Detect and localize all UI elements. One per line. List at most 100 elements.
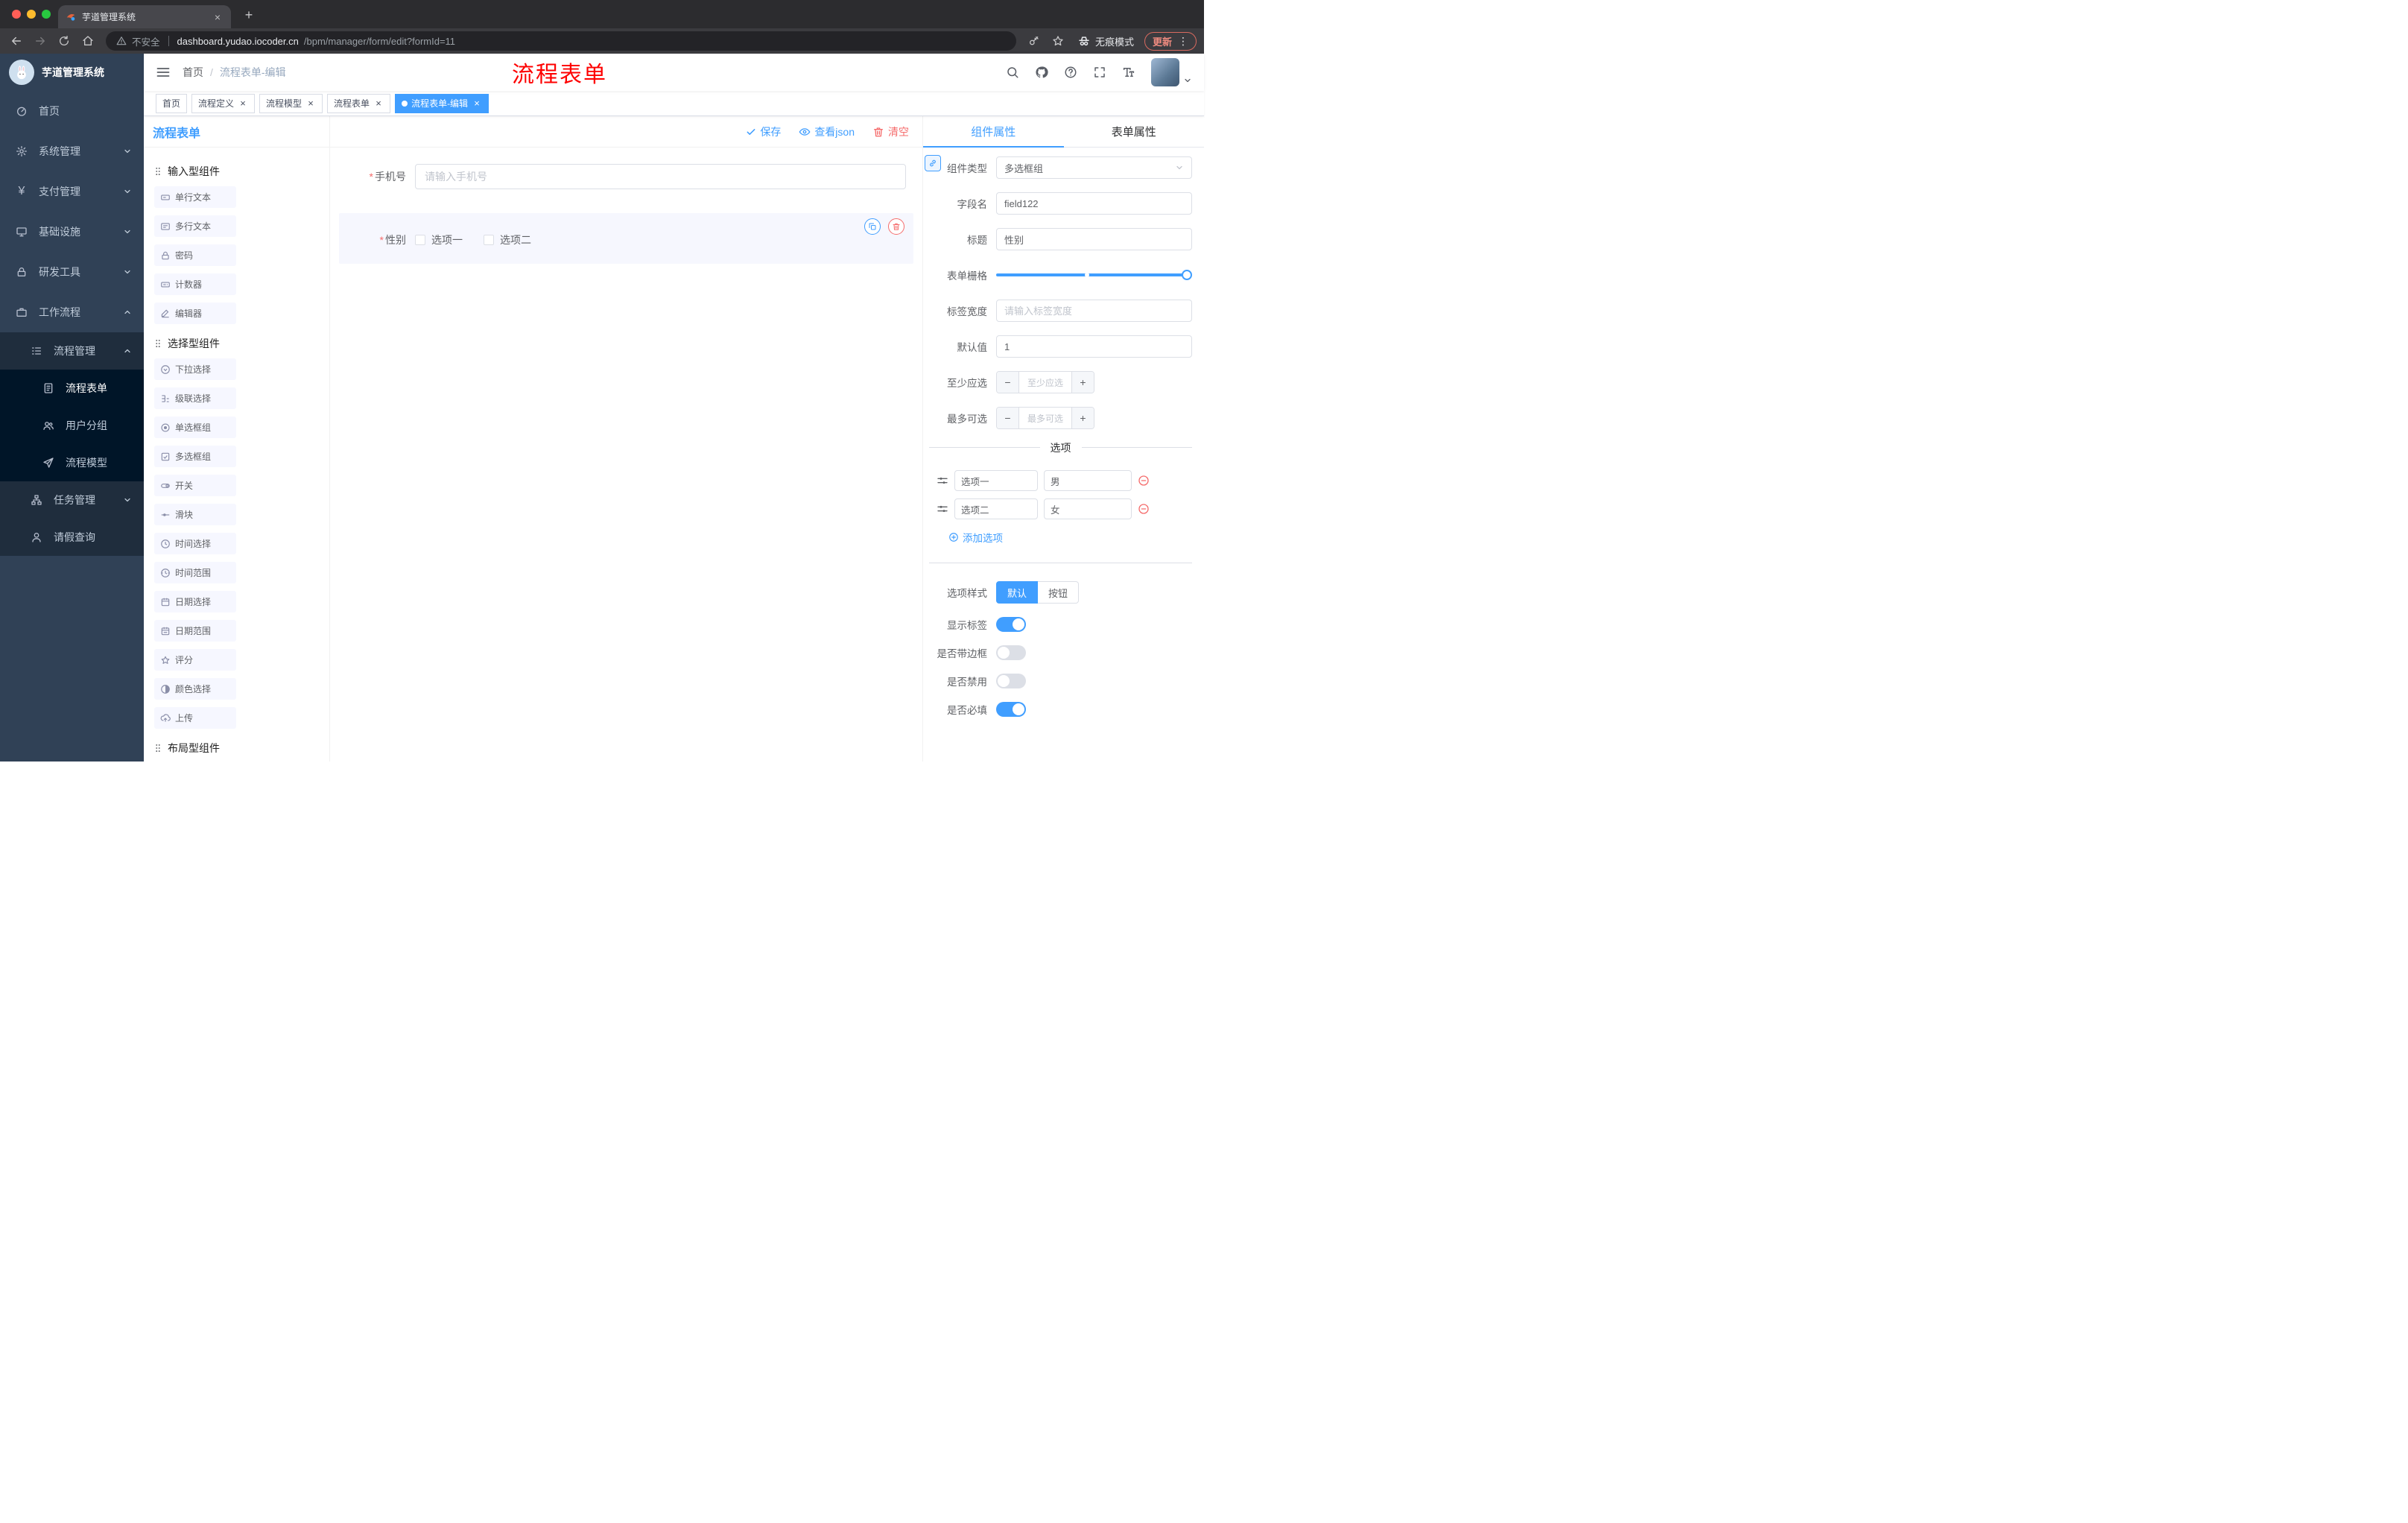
- close-icon[interactable]: ×: [305, 98, 316, 109]
- close-icon[interactable]: ×: [373, 98, 384, 109]
- border-switch[interactable]: [996, 645, 1026, 660]
- remove-option-button[interactable]: [1138, 503, 1150, 515]
- style-default-button[interactable]: 默认: [996, 581, 1039, 604]
- checkbox-option-2[interactable]: 选项二: [484, 232, 531, 247]
- form-canvas[interactable]: *手机号 *性别: [330, 148, 922, 762]
- sidebar-item-task-mgmt[interactable]: 任务管理: [0, 481, 144, 519]
- chip-time-range[interactable]: 时间范围: [154, 562, 236, 583]
- chip-rate[interactable]: 评分: [154, 649, 236, 671]
- home-button[interactable]: [79, 32, 97, 50]
- max-select-value[interactable]: 最多可选: [1019, 408, 1071, 428]
- user-menu[interactable]: [1151, 58, 1192, 86]
- tab-form-props[interactable]: 表单属性: [1064, 116, 1205, 147]
- option-value-input[interactable]: [1044, 498, 1132, 519]
- sidebar-item-process-model[interactable]: 流程模型: [0, 444, 144, 481]
- bookmark-star-icon[interactable]: [1049, 32, 1067, 50]
- add-option-button[interactable]: 添加选项: [948, 530, 1192, 545]
- chip-date-picker[interactable]: 日期选择: [154, 591, 236, 612]
- sidebar-item-process-form[interactable]: 流程表单: [0, 370, 144, 407]
- default-value-input[interactable]: [996, 335, 1192, 358]
- update-button[interactable]: 更新 ⋮: [1144, 31, 1197, 51]
- sidebar-item-leave-query[interactable]: 请假查询: [0, 519, 144, 556]
- tab-close-icon[interactable]: ×: [212, 11, 224, 23]
- view-json-button[interactable]: 查看json: [799, 124, 855, 139]
- form-grid-slider[interactable]: [996, 270, 1192, 280]
- browser-tab[interactable]: 芋道管理系统 ×: [58, 5, 231, 28]
- remove-option-button[interactable]: [1138, 475, 1150, 487]
- breadcrumb-home[interactable]: 首页: [183, 65, 203, 80]
- sidebar-item-process-mgmt[interactable]: 流程管理: [0, 332, 144, 370]
- link-icon[interactable]: [925, 155, 941, 171]
- tag-home[interactable]: 首页: [156, 93, 188, 113]
- chip-slider[interactable]: 滑块: [154, 504, 236, 525]
- chip-password[interactable]: 密码: [154, 244, 236, 266]
- sidebar-item-infra[interactable]: 基础设施: [0, 212, 144, 252]
- increase-button[interactable]: +: [1071, 372, 1094, 393]
- component-type-select[interactable]: 多选框组: [996, 156, 1192, 179]
- back-button[interactable]: [7, 32, 25, 50]
- sidebar-item-workflow[interactable]: 工作流程: [0, 292, 144, 332]
- tag-process-form-edit[interactable]: 流程表单-编辑 ×: [395, 93, 489, 113]
- avatar[interactable]: [1151, 58, 1179, 86]
- tag-process-definition[interactable]: 流程定义 ×: [191, 93, 256, 113]
- reload-button[interactable]: [55, 32, 73, 50]
- sidebar-item-payment[interactable]: ¥ 支付管理: [0, 171, 144, 212]
- title-input[interactable]: [996, 228, 1192, 250]
- increase-button[interactable]: +: [1071, 408, 1094, 428]
- chip-switch[interactable]: 开关: [154, 475, 236, 496]
- close-icon[interactable]: ×: [472, 98, 482, 109]
- slider-handle[interactable]: [1182, 270, 1192, 280]
- sidebar-item-system[interactable]: 系统管理: [0, 131, 144, 171]
- github-icon[interactable]: [1035, 66, 1048, 79]
- clear-button[interactable]: 清空: [872, 124, 909, 139]
- chip-multi-line-text[interactable]: 多行文本: [154, 215, 236, 237]
- sidebar-logo[interactable]: 芋道管理系统: [0, 54, 144, 91]
- decrease-button[interactable]: −: [997, 372, 1019, 393]
- option-label-input[interactable]: [954, 498, 1038, 519]
- key-icon[interactable]: [1025, 32, 1043, 50]
- close-window-button[interactable]: [12, 10, 21, 19]
- show-label-switch[interactable]: [996, 617, 1026, 632]
- save-button[interactable]: 保存: [746, 124, 781, 139]
- fullscreen-icon[interactable]: [1093, 66, 1106, 79]
- style-button-button[interactable]: 按钮: [1038, 581, 1080, 604]
- tag-process-form[interactable]: 流程表单 ×: [327, 93, 391, 113]
- phone-input[interactable]: [415, 164, 906, 189]
- sidebar-item-user-groups[interactable]: 用户分组: [0, 407, 144, 444]
- gender-field-row[interactable]: * 性别 选项一 选项二: [339, 213, 913, 264]
- disabled-switch[interactable]: [996, 674, 1026, 688]
- copy-component-button[interactable]: [864, 218, 881, 235]
- phone-field-row[interactable]: * 手机号: [339, 153, 913, 200]
- new-tab-button[interactable]: +: [240, 6, 258, 24]
- field-name-input[interactable]: [996, 192, 1192, 215]
- sidebar-item-devtools[interactable]: 研发工具: [0, 252, 144, 292]
- font-size-icon[interactable]: [1122, 66, 1135, 79]
- label-width-input[interactable]: [996, 300, 1192, 322]
- chip-radio-group[interactable]: 单选框组: [154, 417, 236, 438]
- tab-component-props[interactable]: 组件属性: [923, 116, 1064, 148]
- menu-kebab-icon[interactable]: ⋮: [1178, 35, 1188, 48]
- min-select-value[interactable]: 至少应选: [1019, 372, 1071, 393]
- drag-handle-icon[interactable]: [937, 503, 948, 515]
- sidebar-item-home[interactable]: 首页: [0, 91, 144, 131]
- chip-upload[interactable]: 上传: [154, 707, 236, 729]
- chip-time-picker[interactable]: 时间选择: [154, 533, 236, 554]
- decrease-button[interactable]: −: [997, 408, 1019, 428]
- option-label-input[interactable]: [954, 470, 1038, 491]
- drag-handle-icon[interactable]: [937, 475, 948, 487]
- chip-counter[interactable]: 计数器: [154, 273, 236, 295]
- zoom-window-button[interactable]: [42, 10, 51, 19]
- chip-editor[interactable]: 编辑器: [154, 303, 236, 324]
- address-bar[interactable]: 不安全 dashboard.yudao.iocoder.cn/bpm/manag…: [106, 31, 1016, 51]
- checkbox-option-1[interactable]: 选项一: [415, 232, 463, 247]
- chip-single-line-text[interactable]: 单行文本: [154, 186, 236, 208]
- tag-process-model[interactable]: 流程模型 ×: [259, 93, 323, 113]
- close-icon[interactable]: ×: [238, 98, 248, 109]
- minimize-window-button[interactable]: [27, 10, 36, 19]
- chip-cascader[interactable]: 级联选择: [154, 387, 236, 409]
- chip-select[interactable]: 下拉选择: [154, 358, 236, 380]
- delete-component-button[interactable]: [888, 218, 904, 235]
- required-switch[interactable]: [996, 702, 1026, 717]
- chip-date-range[interactable]: 日期范围: [154, 620, 236, 642]
- chip-color-picker[interactable]: 颜色选择: [154, 678, 236, 700]
